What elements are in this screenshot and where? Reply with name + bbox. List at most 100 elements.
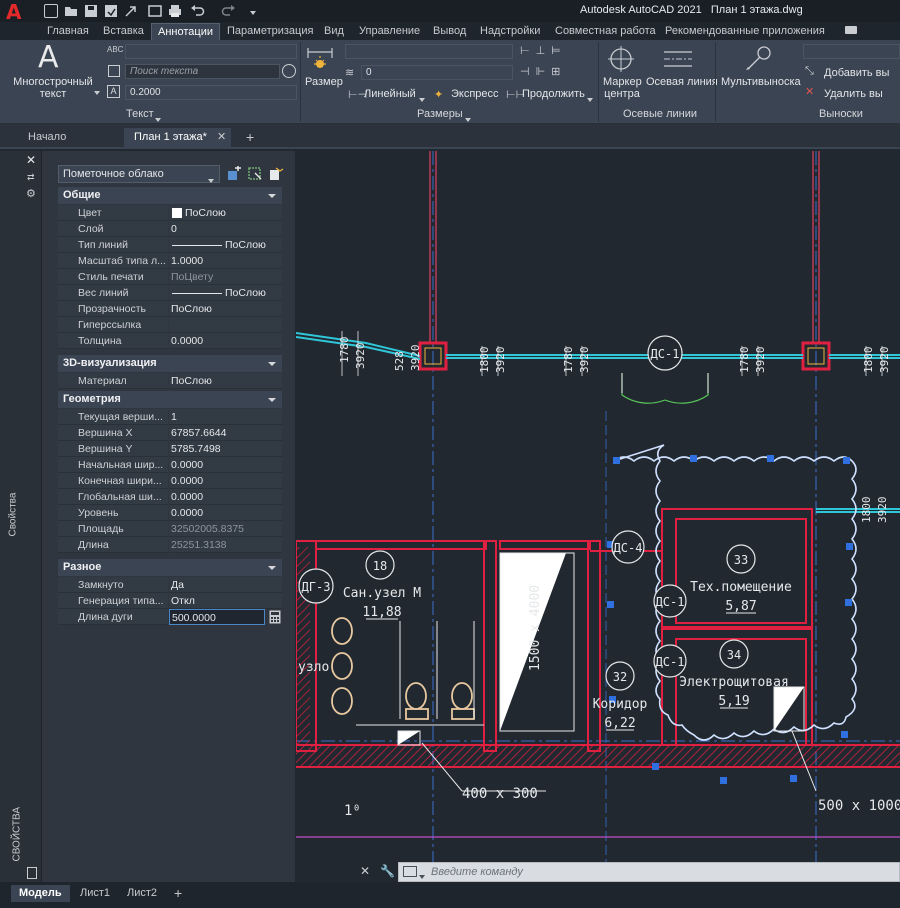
section-misc[interactable]: Разное xyxy=(58,559,282,576)
dimension-button[interactable]: Размер xyxy=(305,76,343,88)
find-text-input[interactable]: Поиск текста xyxy=(125,64,280,79)
tab-drawing[interactable]: План 1 этажа* ✕ xyxy=(124,128,231,149)
quick-dim-button[interactable]: Экспресс xyxy=(451,88,499,100)
prop-row[interactable]: Начальная шир... 0.0000 xyxy=(58,457,282,473)
tab-start[interactable]: Начало xyxy=(18,128,76,149)
prop-row[interactable]: Уровень 0.0000 xyxy=(58,505,282,521)
autohide-icon[interactable]: ⇄ xyxy=(27,172,35,183)
linear-dropdown-icon[interactable] xyxy=(419,93,425,105)
calculator-icon[interactable] xyxy=(269,610,281,624)
center-mark-button[interactable]: Маркер центра xyxy=(603,76,642,100)
new-layout-button[interactable]: + xyxy=(166,885,190,902)
mleader-style-select[interactable] xyxy=(803,44,900,59)
tab-annotate[interactable]: Аннотации xyxy=(151,23,220,40)
command-dropdown-icon[interactable] xyxy=(419,870,425,882)
section-general[interactable]: Общие xyxy=(58,187,282,204)
dim-panel-title[interactable]: Размеры xyxy=(417,108,463,120)
spellcheck-icon[interactable]: ABC xyxy=(107,45,123,54)
command-input[interactable]: Введите команду xyxy=(398,862,900,882)
centerline-button[interactable]: Осевая линия xyxy=(646,76,718,88)
multileader-icon[interactable] xyxy=(744,44,774,72)
stair-mark: 1⁰ xyxy=(344,803,361,819)
svg-text:500 x 1000: 500 x 1000 xyxy=(818,798,900,814)
dim-tools-row2-icon[interactable]: ⊣⊩⊞ xyxy=(520,65,580,79)
find-text-icon[interactable] xyxy=(108,65,120,77)
add-leader-button[interactable]: Добавить вы xyxy=(824,67,889,79)
prop-row[interactable]: Текущая верши... 1 xyxy=(58,409,282,425)
prop-row[interactable]: Вершина Y 5785.7498 xyxy=(58,441,282,457)
section-geometry[interactable]: Геометрия xyxy=(58,391,282,408)
linetype-sample xyxy=(172,245,222,246)
centerline-panel-title[interactable]: Осевые линии xyxy=(623,108,697,120)
prop-row[interactable]: Вес линий ПоСлою xyxy=(58,285,282,301)
tab-featured-apps[interactable]: Рекомендованные приложения xyxy=(665,23,825,40)
object-type-select[interactable]: Пометочное облако xyxy=(58,165,220,183)
tab-output[interactable]: Вывод xyxy=(433,23,466,40)
palette-menu-icon[interactable] xyxy=(27,867,37,879)
prop-row[interactable]: Площадь 32502005.8375 xyxy=(58,521,282,537)
mtext-dropdown-icon[interactable] xyxy=(94,86,100,98)
tab-collaborate[interactable]: Совместная работа xyxy=(555,23,656,40)
prop-row[interactable]: Генерация типа... Откл xyxy=(58,593,282,609)
prop-row[interactable]: Слой 0 xyxy=(58,221,282,237)
dim-layer-select[interactable]: 0 xyxy=(361,65,513,80)
tab-layout1[interactable]: Лист1 xyxy=(72,885,118,902)
prop-row-arc-length[interactable]: Длина дуги 500.0000 xyxy=(58,609,282,625)
document-tab-bar: Начало План 1 этажа* ✕ + xyxy=(0,124,900,149)
dim-style-select[interactable] xyxy=(345,44,513,59)
svg-text:1500 x 4000: 1500 x 4000 xyxy=(528,585,543,671)
tab-insert[interactable]: Вставка xyxy=(103,23,144,40)
arc-length-input[interactable]: 500.0000 xyxy=(169,609,265,625)
close-command-icon[interactable]: ✕ xyxy=(360,864,370,878)
close-palette-icon[interactable]: ✕ xyxy=(26,153,36,167)
select-objects-icon[interactable] xyxy=(247,166,263,182)
continue-dim-button[interactable]: Продолжить xyxy=(522,88,585,100)
text-panel-title[interactable]: Текст xyxy=(126,108,154,120)
prop-row[interactable]: Толщина 0.0000 xyxy=(58,333,282,349)
prop-row[interactable]: Вершина X 67857.6644 xyxy=(58,425,282,441)
tab-layout2[interactable]: Лист2 xyxy=(119,885,165,902)
collapse-icon xyxy=(268,566,276,570)
tab-view[interactable]: Вид xyxy=(324,23,344,40)
tab-parametric[interactable]: Параметризация xyxy=(227,23,313,40)
prop-row[interactable]: Прозрачность ПоСлою xyxy=(58,301,282,317)
tab-home[interactable]: Главная xyxy=(47,23,89,40)
mtext-icon[interactable]: A xyxy=(38,40,59,75)
prop-row[interactable]: Глобальная ши... 0.0000 xyxy=(58,489,282,505)
text-height-input[interactable]: 0.2000 xyxy=(125,85,297,100)
customize-wrench-icon[interactable]: 🔧 xyxy=(380,864,395,878)
continue-dropdown-icon[interactable] xyxy=(587,93,593,105)
prop-row[interactable]: Замкнуто Да xyxy=(58,577,282,593)
palette-settings-icon[interactable]: ⚙ xyxy=(26,187,36,200)
multileader-button[interactable]: Мультивыноска xyxy=(721,76,801,88)
prop-row[interactable]: Тип линий ПоСлою xyxy=(58,237,282,253)
tab-model[interactable]: Модель xyxy=(11,885,70,902)
close-tab-icon[interactable]: ✕ xyxy=(217,128,226,147)
prop-row[interactable]: Длина 25251.3138 xyxy=(58,537,282,553)
toggle-pickadd-icon[interactable] xyxy=(226,165,242,182)
leader-panel-title[interactable]: Выноски xyxy=(819,108,863,120)
dim-tools-row1-icon[interactable]: ⊢⊥⊨ xyxy=(520,44,580,58)
prop-row[interactable]: Цвет ПоСлою xyxy=(58,205,282,221)
prop-row[interactable]: Материал ПоСлою xyxy=(58,373,282,389)
center-mark-icon[interactable] xyxy=(608,46,634,72)
remove-leader-button[interactable]: Удалить вы xyxy=(824,88,883,100)
prop-row[interactable]: Гиперссылка xyxy=(58,317,282,333)
tab-addins[interactable]: Надстройки xyxy=(480,23,540,40)
drawing-canvas[interactable]: 1780 3920 528 3920 1800 3920 1780 3920 1… xyxy=(296,151,900,885)
prop-row[interactable]: Стиль печати ПоЦвету xyxy=(58,269,282,285)
tab-manage[interactable]: Управление xyxy=(359,23,420,40)
quick-select-icon[interactable] xyxy=(268,166,284,182)
text-style-select[interactable] xyxy=(125,44,297,59)
linear-dim-button[interactable]: Линейный xyxy=(364,88,416,100)
section-3d-visualization[interactable]: 3D-визуализация xyxy=(58,355,282,372)
dimension-icon[interactable] xyxy=(305,44,335,72)
prop-row[interactable]: Конечная шири... 0.0000 xyxy=(58,473,282,489)
new-tab-button[interactable]: + xyxy=(236,128,264,149)
centerline-icon[interactable] xyxy=(662,48,694,70)
svg-text:3920: 3920 xyxy=(354,343,367,370)
ribbon-minimize-icon[interactable] xyxy=(845,26,857,34)
search-icon[interactable] xyxy=(282,64,296,78)
prop-row[interactable]: Масштаб типа л... 1.0000 xyxy=(58,253,282,269)
mtext-button[interactable]: Многострочный текст xyxy=(12,76,94,100)
